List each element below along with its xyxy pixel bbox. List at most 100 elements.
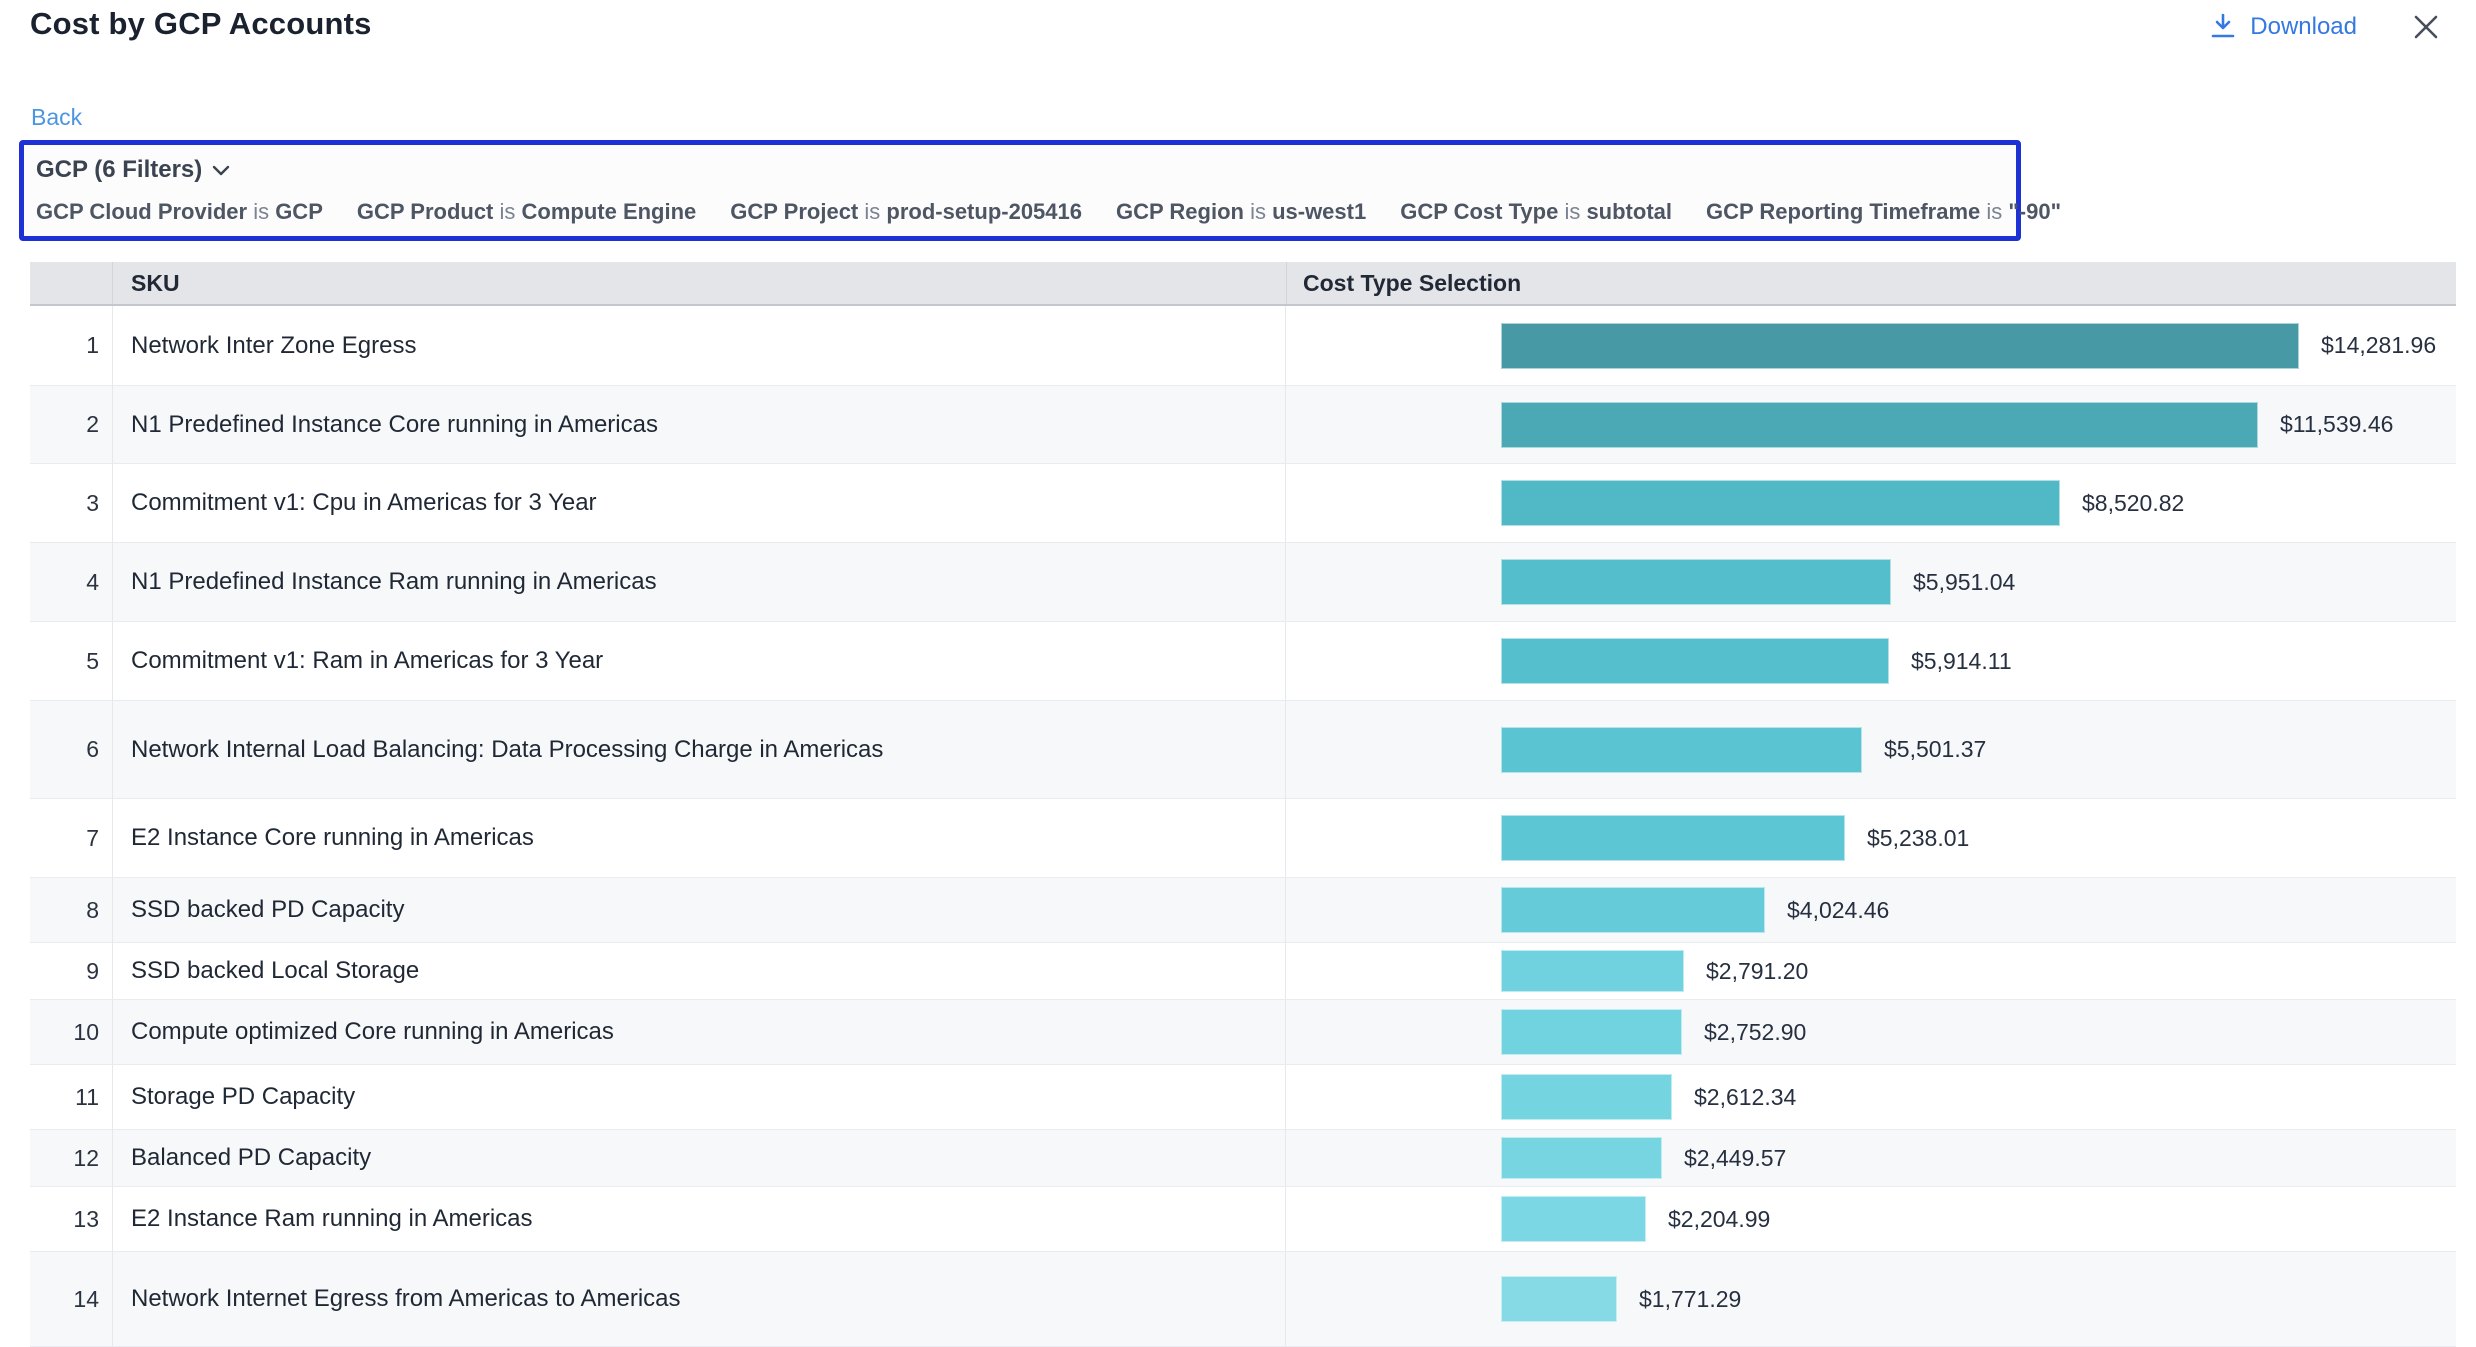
row-index: 7 — [30, 799, 112, 877]
download-label: Download — [2250, 13, 2357, 41]
cost-value-label: $2,612.34 — [1694, 1084, 1796, 1111]
cost-bar-cell: $2,449.57 — [1286, 1130, 2456, 1186]
cost-value-label: $4,024.46 — [1787, 897, 1889, 924]
cost-bar — [1501, 402, 2258, 448]
table-row[interactable]: 10Compute optimized Core running in Amer… — [30, 1000, 2456, 1065]
table-row[interactable]: 14Network Internet Egress from Americas … — [30, 1252, 2456, 1347]
row-index: 9 — [30, 943, 112, 999]
row-index: 2 — [30, 386, 112, 463]
table-row[interactable]: 12Balanced PD Capacity $2,449.57 — [30, 1130, 2456, 1187]
filter-chip: GCP Cloud Provider is GCP — [36, 199, 323, 225]
cost-bar-cell: $2,204.99 — [1286, 1187, 2456, 1251]
cost-bar-cell: $4,024.46 — [1286, 878, 2456, 942]
filter-chip: GCP Region is us-west1 — [1116, 199, 1366, 225]
row-index: 6 — [30, 701, 112, 798]
cost-value-label: $5,914.11 — [1911, 648, 2012, 675]
page-title: Cost by GCP Accounts — [30, 6, 372, 42]
cost-bar-cell: $5,238.01 — [1286, 799, 2456, 877]
sku-name: Network Internet Egress from Americas to… — [112, 1252, 1286, 1346]
sku-name: N1 Predefined Instance Ram running in Am… — [112, 543, 1286, 621]
cost-value-label: $5,238.01 — [1867, 825, 1969, 852]
cost-value-label: $2,791.20 — [1706, 958, 1808, 985]
sku-name: SSD backed PD Capacity — [112, 878, 1286, 942]
table-row[interactable]: 11Storage PD Capacity$2,612.34 — [30, 1065, 2456, 1130]
column-header-index — [30, 262, 112, 304]
cost-bar-cell: $5,914.11 — [1286, 622, 2456, 700]
cost-bar — [1501, 1009, 1682, 1055]
cost-bar — [1501, 1137, 1662, 1179]
cost-bar-cell: $2,752.90 — [1286, 1000, 2456, 1064]
cost-bar-cell: $8,520.82 — [1286, 464, 2456, 542]
chevron-down-icon — [212, 165, 230, 176]
cost-value-label: $5,951.04 — [1913, 569, 2015, 596]
cost-bar — [1501, 323, 2299, 369]
filter-panel: GCP (6 Filters) GCP Cloud Provider is GC… — [19, 140, 2021, 241]
filter-chip: GCP Product is Compute Engine — [357, 199, 696, 225]
table-row[interactable]: 6Network Internal Load Balancing: Data P… — [30, 701, 2456, 799]
row-index: 12 — [30, 1130, 112, 1186]
sku-name: E2 Instance Ram running in Americas — [112, 1187, 1286, 1251]
table-header-row: SKU Cost Type Selection — [30, 262, 2456, 306]
top-actions: Download — [2210, 10, 2443, 44]
column-header-cost-type: Cost Type Selection — [1286, 262, 2456, 304]
row-index: 11 — [30, 1065, 112, 1129]
cost-bar-cell: $1,771.29 — [1286, 1252, 2456, 1346]
download-button[interactable]: Download — [2210, 13, 2357, 41]
row-index: 4 — [30, 543, 112, 621]
sku-name: Network Internal Load Balancing: Data Pr… — [112, 701, 1286, 798]
download-icon — [2210, 13, 2236, 41]
table-row[interactable]: 3Commitment v1: Cpu in Americas for 3 Ye… — [30, 464, 2456, 543]
back-link[interactable]: Back — [31, 104, 82, 131]
sku-name: SSD backed Local Storage — [112, 943, 1286, 999]
table-row[interactable]: 13E2 Instance Ram running in Americas$2,… — [30, 1187, 2456, 1252]
cost-table: SKU Cost Type Selection 1Network Inter Z… — [30, 262, 2456, 1347]
cost-bar-cell: $2,612.34 — [1286, 1065, 2456, 1129]
filter-group-dropdown[interactable]: GCP (6 Filters) — [31, 156, 230, 184]
sku-name: Commitment v1: Ram in Americas for 3 Yea… — [112, 622, 1286, 700]
row-index: 10 — [30, 1000, 112, 1064]
cost-value-label: $2,204.99 — [1668, 1206, 1770, 1233]
filter-chip-list: GCP Cloud Provider is GCP GCP Product is … — [31, 199, 2006, 225]
cost-value-label: $11,539.46 — [2280, 411, 2393, 438]
cost-bar-cell: $2,791.20 — [1286, 943, 2456, 999]
table-row[interactable]: 7E2 Instance Core running in Americas$5,… — [30, 799, 2456, 878]
table-row[interactable]: 8SSD backed PD Capacity $4,024.46 — [30, 878, 2456, 943]
column-header-sku: SKU — [112, 262, 1286, 304]
cost-value-label: $14,281.96 — [2321, 332, 2436, 359]
row-index: 14 — [30, 1252, 112, 1346]
cost-value-label: $2,449.57 — [1684, 1145, 1786, 1172]
sku-name: Balanced PD Capacity — [112, 1130, 1286, 1186]
cost-bar — [1501, 559, 1891, 605]
row-index: 3 — [30, 464, 112, 542]
cost-bar — [1501, 887, 1765, 933]
table-row[interactable]: 4N1 Predefined Instance Ram running in A… — [30, 543, 2456, 622]
cost-bar-cell: $14,281.96 — [1286, 306, 2456, 385]
cost-bar — [1501, 638, 1889, 684]
cost-bar — [1501, 1074, 1672, 1120]
row-index: 5 — [30, 622, 112, 700]
close-icon[interactable] — [2409, 10, 2443, 44]
row-index: 8 — [30, 878, 112, 942]
cost-bar — [1501, 727, 1862, 773]
row-index: 1 — [30, 306, 112, 385]
filter-group-label: GCP (6 Filters) — [36, 156, 202, 184]
sku-name: Commitment v1: Cpu in Americas for 3 Yea… — [112, 464, 1286, 542]
cost-bar-cell: $5,951.04 — [1286, 543, 2456, 621]
filter-chip: GCP Project is prod-setup-205416 — [730, 199, 1082, 225]
table-row[interactable]: 1Network Inter Zone Egress$14,281.96 — [30, 306, 2456, 386]
cost-value-label: $5,501.37 — [1884, 736, 1986, 763]
table-body: 1Network Inter Zone Egress$14,281.962N1 … — [30, 306, 2456, 1347]
sku-name: Compute optimized Core running in Americ… — [112, 1000, 1286, 1064]
table-row[interactable]: 9SSD backed Local Storage $2,791.20 — [30, 943, 2456, 1000]
filter-chip: GCP Reporting Timeframe is "-90" — [1706, 199, 2061, 225]
table-row[interactable]: 2N1 Predefined Instance Core running in … — [30, 386, 2456, 464]
cost-bar — [1501, 1276, 1617, 1322]
cost-value-label: $2,752.90 — [1704, 1019, 1806, 1046]
sku-name: N1 Predefined Instance Core running in A… — [112, 386, 1286, 463]
cost-value-label: $8,520.82 — [2082, 490, 2184, 517]
cost-bar — [1501, 950, 1684, 992]
cost-bar — [1501, 1196, 1646, 1242]
table-row[interactable]: 5Commitment v1: Ram in Americas for 3 Ye… — [30, 622, 2456, 701]
filter-chip: GCP Cost Type is subtotal — [1400, 199, 1672, 225]
cost-bar — [1501, 480, 2060, 526]
